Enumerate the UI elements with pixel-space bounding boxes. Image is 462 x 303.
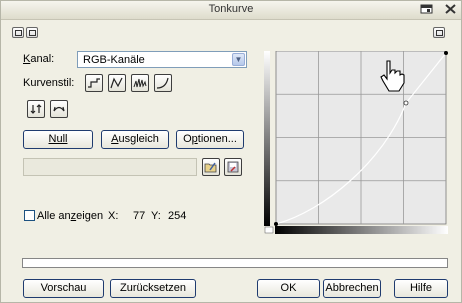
cancel-button[interactable]: Abbrechen <box>323 279 381 298</box>
x-coord-label: X: <box>108 210 119 222</box>
x-coord-value: 77 <box>133 210 146 222</box>
curve-style-smooth-button[interactable] <box>154 74 172 92</box>
channel-label: Kanal: <box>23 53 55 65</box>
curve-point-start <box>274 222 278 226</box>
save-preset-button[interactable] <box>224 158 242 176</box>
smooth-curve-icon <box>156 77 169 89</box>
menu-arrow-button[interactable] <box>433 27 445 38</box>
output-gradient-bar <box>275 226 448 234</box>
preset-path-field[interactable] <box>23 158 197 176</box>
tone-curve-window: Tonkurve Kanal: RGB-Kanäle ▼ Kurvenstil: <box>0 0 462 303</box>
title-bar: Tonkurve <box>1 1 461 20</box>
input-gradient-bar <box>264 51 270 226</box>
expand-toggle-button[interactable] <box>12 27 24 38</box>
close-icon[interactable] <box>444 3 457 15</box>
options-button[interactable]: Optionen... <box>176 130 244 149</box>
show-all-checkbox[interactable] <box>24 210 35 221</box>
flip-vertical-icon <box>30 104 42 114</box>
gradient-toggle-icon <box>264 226 274 234</box>
wave-curve-icon <box>133 78 147 88</box>
freehand-curve-icon <box>110 77 123 89</box>
channel-dropdown[interactable]: RGB-Kanäle ▼ <box>77 51 247 68</box>
progress-bar <box>22 258 448 268</box>
window-title: Tonkurve <box>208 3 254 15</box>
flip-vertical-button[interactable] <box>27 100 45 118</box>
ok-button[interactable]: OK <box>257 279 320 298</box>
curve-style-freehand-button[interactable] <box>108 74 126 92</box>
reset-null-button[interactable]: Null <box>23 130 93 149</box>
chevron-down-icon[interactable]: ▼ <box>232 53 245 66</box>
open-folder-icon <box>204 162 217 173</box>
save-disk-icon <box>227 161 239 173</box>
reset-button[interactable]: Zurücksetzen <box>110 279 196 298</box>
linear-curve-icon <box>88 78 100 88</box>
load-preset-button[interactable] <box>202 158 220 176</box>
curve-point-active <box>403 100 409 106</box>
channel-value: RGB-Kanäle <box>83 54 145 66</box>
help-button[interactable]: Hilfe <box>394 279 448 298</box>
show-all-label: Alle anzeigen <box>37 210 104 222</box>
curve-style-label: Kurvenstil: <box>23 77 75 89</box>
y-coord-value: 254 <box>168 210 187 222</box>
flip-horizontal-button[interactable] <box>50 100 68 118</box>
balance-button[interactable]: Ausgleich <box>101 130 169 149</box>
collapse-toggle-button[interactable] <box>26 27 38 38</box>
tone-curve-graph[interactable] <box>264 51 448 234</box>
curve-point-end <box>444 51 448 55</box>
y-coord-label: Y: <box>151 210 161 222</box>
preview-button[interactable]: Vorschau <box>23 279 104 298</box>
curve-style-wave-button[interactable] <box>131 74 149 92</box>
curve-style-linear-button[interactable] <box>85 74 103 92</box>
dock-icon[interactable] <box>420 3 433 15</box>
reset-null-label: Null <box>48 133 68 145</box>
balance-label: usgleich <box>118 133 159 145</box>
flip-horizontal-icon <box>53 106 65 112</box>
